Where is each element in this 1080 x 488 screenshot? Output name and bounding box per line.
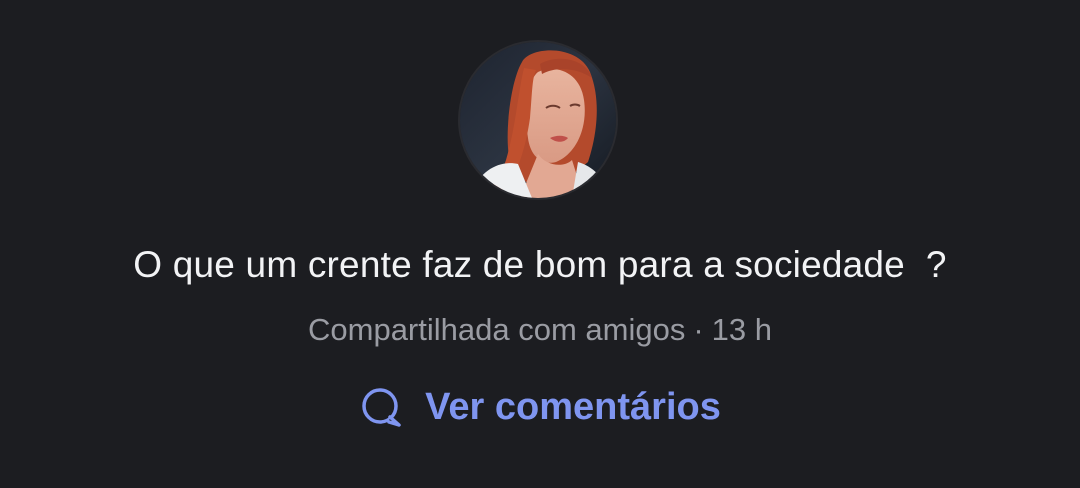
audience-label[interactable]: Compartilhada com amigos [308,312,685,347]
post-card: O que um crente faz de bom para a socied… [0,0,1080,488]
post-time[interactable]: 13 h [712,312,772,347]
avatar-photo [460,42,616,198]
post-text: O que um crente faz de bom para a socied… [133,244,947,285]
post-meta: Compartilhada com amigos · 13 h [0,312,1080,348]
avatar[interactable] [460,42,616,198]
view-comments-button[interactable]: Ver comentários [0,385,1080,429]
view-comments-label: Ver comentários [425,385,721,428]
comment-icon [362,388,401,427]
meta-separator: · [693,312,704,347]
